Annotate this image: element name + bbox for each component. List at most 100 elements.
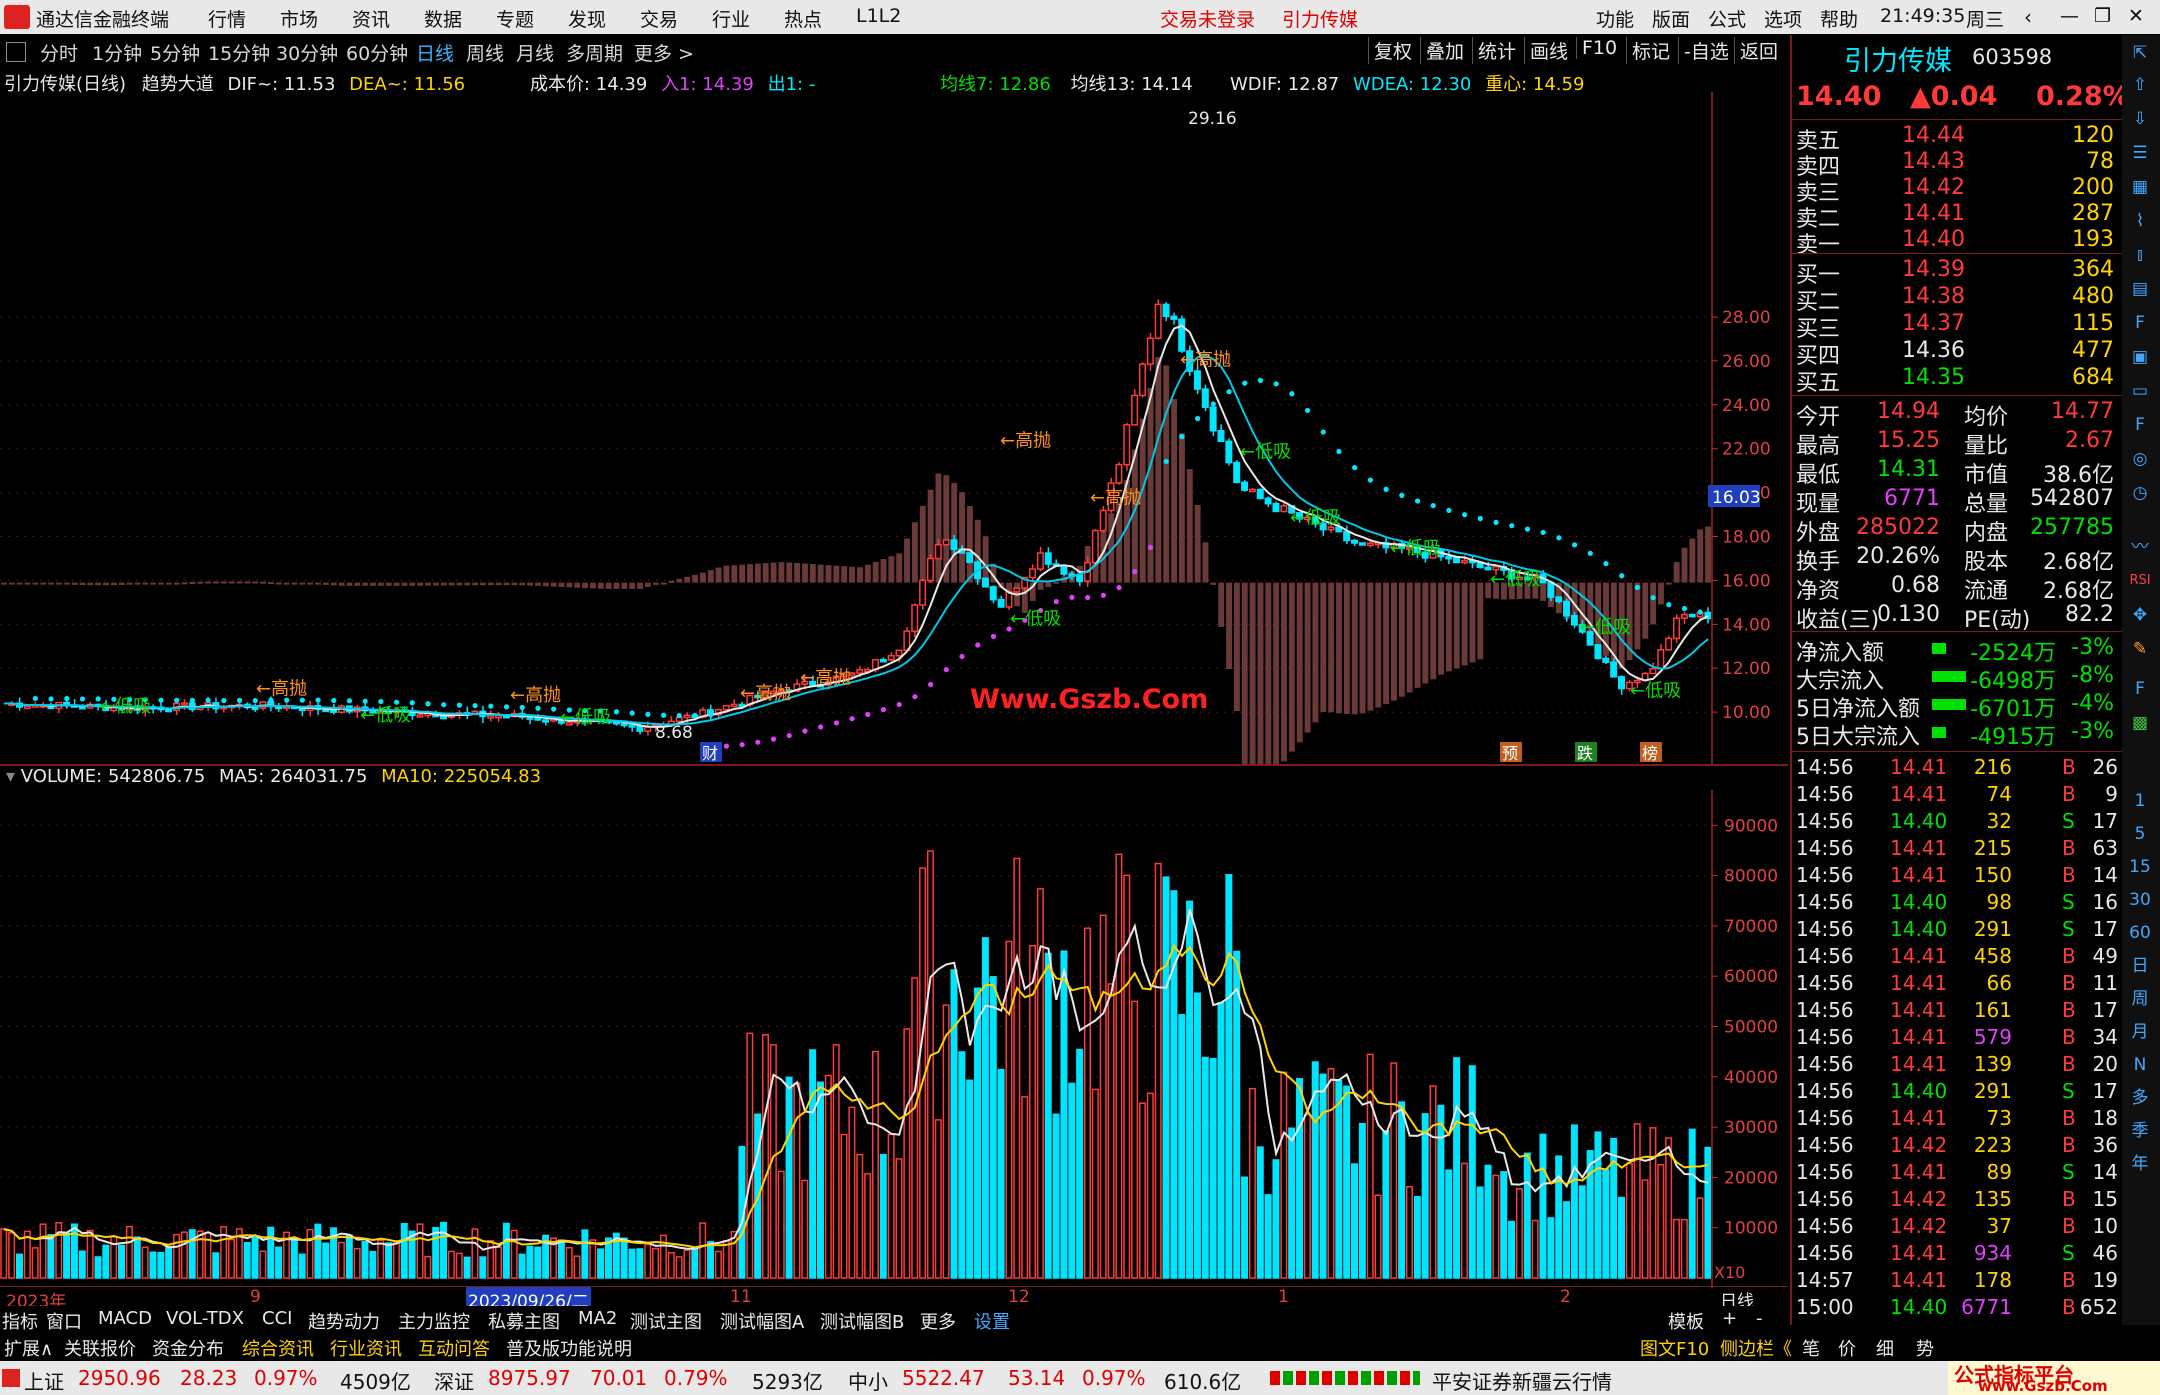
info-tab-0[interactable]: 扩展∧ <box>4 1335 53 1361</box>
event-tag-yu[interactable]: 预 <box>1502 744 1518 763</box>
side-period-4[interactable]: 60 <box>2126 919 2154 947</box>
info-tab-1[interactable]: 关联报价 <box>64 1335 136 1361</box>
tool-huaxian[interactable]: 画线 <box>1524 37 1573 64</box>
event-tag-bang[interactable]: 榜 <box>1642 744 1658 763</box>
side-period-10[interactable]: 季 <box>2126 1117 2154 1145</box>
indicator-tab-3[interactable]: VOL-TDX <box>166 1308 244 1329</box>
panel-tab-1[interactable]: 侧边栏《 <box>1720 1335 1792 1361</box>
indicator-tab-0[interactable]: 指标 <box>2 1308 38 1334</box>
line-chart-icon[interactable]: ⌇ <box>2126 207 2154 235</box>
info-tab-3[interactable]: 综合资讯 <box>242 1335 314 1361</box>
tool-f10[interactable]: F10 <box>1576 37 1622 59</box>
price-chart[interactable]: ←低吸 ←低吸 ←低吸←低吸←低吸←低吸←低吸←低吸←低吸←低吸←高抛 ←高抛 ←高抛←… <box>0 92 1788 764</box>
info-tab-2[interactable]: 资金分布 <box>152 1335 224 1361</box>
indicator-tab-10[interactable]: 测试幅图A <box>720 1308 804 1334</box>
candle-icon[interactable]: ⫾ <box>2126 241 2154 269</box>
zx-name[interactable]: 中小 <box>848 1366 888 1395</box>
period-multi[interactable]: 多周期 <box>566 39 623 66</box>
news-icon[interactable]: ▣ <box>2126 343 2154 371</box>
period-fenshi[interactable]: 分时 <box>40 39 78 66</box>
tool-diejia[interactable]: 叠加 <box>1420 37 1469 64</box>
menu-zixun[interactable]: 资讯 <box>352 5 390 32</box>
menu-shuju[interactable]: 数据 <box>424 5 462 32</box>
restore-icon[interactable]: ❐ <box>2094 5 2111 27</box>
f10-icon[interactable]: F <box>2126 309 2154 337</box>
period-weekly[interactable]: 周线 <box>466 39 504 66</box>
grid-icon[interactable]: ▦ <box>2126 173 2154 201</box>
collapse-icon[interactable] <box>6 42 26 62</box>
menu-jiaoyi[interactable]: 交易 <box>640 5 678 32</box>
indicator-tab-2[interactable]: MACD <box>98 1308 152 1329</box>
period-more[interactable]: 更多 > <box>634 39 694 66</box>
period-monthly[interactable]: 月线 <box>516 39 554 66</box>
menu-l1l2[interactable]: L1L2 <box>856 5 901 27</box>
doc-icon[interactable]: ▭ <box>2126 377 2154 405</box>
menu-shichang[interactable]: 市场 <box>280 5 318 32</box>
wave-icon[interactable]: 〰 <box>2126 533 2154 561</box>
tab-tool-2[interactable]: - <box>1756 1308 1763 1329</box>
side-period-5[interactable]: 日 <box>2126 952 2154 980</box>
minimize-icon[interactable]: — <box>2060 5 2079 27</box>
period-5min[interactable]: 5分钟 <box>150 39 200 66</box>
tab-tool-0[interactable]: 模板 <box>1668 1308 1704 1334</box>
panel-tab-0[interactable]: 图文F10 <box>1640 1335 1709 1361</box>
indicator-tab-8[interactable]: MA2 <box>578 1308 617 1329</box>
trade-login-alert[interactable]: 交易未登录 <box>1160 5 1255 32</box>
tool-fanhui[interactable]: 返回 <box>1734 37 1783 64</box>
info-tab-4[interactable]: 行业资讯 <box>330 1335 402 1361</box>
indicator-tab-5[interactable]: 趋势动力 <box>308 1308 380 1334</box>
menu-banmian[interactable]: 版面 <box>1652 5 1690 32</box>
excel-icon[interactable]: ▩ <box>2126 709 2154 737</box>
list-icon[interactable]: ☰ <box>2126 139 2154 167</box>
menu-hangye[interactable]: 行业 <box>712 5 750 32</box>
side-period-3[interactable]: 30 <box>2126 886 2154 914</box>
indicator-tab-4[interactable]: CCI <box>262 1308 292 1329</box>
side-period-6[interactable]: 周 <box>2126 985 2154 1013</box>
tab-tool-1[interactable]: + <box>1722 1308 1737 1329</box>
period-daily[interactable]: 日线 <box>416 39 454 66</box>
tool-tongji[interactable]: 统计 <box>1472 37 1521 64</box>
tool-zixuan[interactable]: -自选 <box>1678 37 1734 64</box>
period-30min[interactable]: 30分钟 <box>276 39 338 66</box>
period-1min[interactable]: 1分钟 <box>92 39 142 66</box>
side-period-9[interactable]: 多 <box>2126 1084 2154 1112</box>
volume-toggle-icon[interactable]: ▾ <box>6 766 15 787</box>
indicator-tab-1[interactable]: 窗口 <box>46 1308 82 1334</box>
f2-icon[interactable]: F <box>2126 411 2154 439</box>
period-15min[interactable]: 15分钟 <box>208 39 270 66</box>
side-period-0[interactable]: 1 <box>2126 787 2154 815</box>
pen-icon[interactable]: ✎ <box>2126 635 2154 663</box>
sz-name[interactable]: 深证 <box>434 1366 474 1395</box>
event-tag-cai[interactable]: 财 <box>702 744 718 763</box>
menu-hangqing[interactable]: 行情 <box>208 5 246 32</box>
stock-name-alert[interactable]: 引力传媒 <box>1282 5 1358 32</box>
table-icon[interactable]: ▤ <box>2126 275 2154 303</box>
clock-icon[interactable]: ◷ <box>2126 479 2154 507</box>
panel-tab-5[interactable]: 势 <box>1916 1335 1934 1361</box>
move-icon[interactable]: ✥ <box>2126 601 2154 629</box>
volume-chart[interactable]: 90000 80000 70000 60000 50000 40000 30000 20000… <box>0 790 1788 1288</box>
side-period-11[interactable]: 年 <box>2126 1150 2154 1178</box>
side-period-7[interactable]: 月 <box>2126 1018 2154 1046</box>
ring-icon[interactable]: ◎ <box>2126 445 2154 473</box>
period-60min[interactable]: 60分钟 <box>346 39 408 66</box>
panel-tab-2[interactable]: 笔 <box>1802 1335 1820 1361</box>
rsi-icon[interactable]: RSI <box>2126 567 2154 595</box>
side-period-1[interactable]: 5 <box>2126 820 2154 848</box>
arrow-up-icon[interactable]: ⇧ <box>2126 71 2154 99</box>
side-period-8[interactable]: N <box>2126 1051 2154 1079</box>
side-period-2[interactable]: 15 <box>2126 853 2154 881</box>
back-icon[interactable]: ‹ <box>2024 5 2032 29</box>
menu-redian[interactable]: 热点 <box>784 5 822 32</box>
close-icon[interactable]: ✕ <box>2128 5 2144 27</box>
menu-xuanxiang[interactable]: 选项 <box>1764 5 1802 32</box>
tool-biaoji[interactable]: 标记 <box>1626 37 1675 64</box>
info-tab-5[interactable]: 互动问答 <box>418 1335 490 1361</box>
f5-icon[interactable]: F <box>2126 675 2154 703</box>
panel-tab-3[interactable]: 价 <box>1838 1335 1856 1361</box>
indicator-tab-9[interactable]: 测试主图 <box>630 1308 702 1334</box>
event-tag-die[interactable]: 跌 <box>1577 744 1593 763</box>
arrow-down-icon[interactable]: ⇩ <box>2126 105 2154 133</box>
indicator-tab-7[interactable]: 私募主图 <box>488 1308 560 1334</box>
indicator-tab-6[interactable]: 主力监控 <box>398 1308 470 1334</box>
